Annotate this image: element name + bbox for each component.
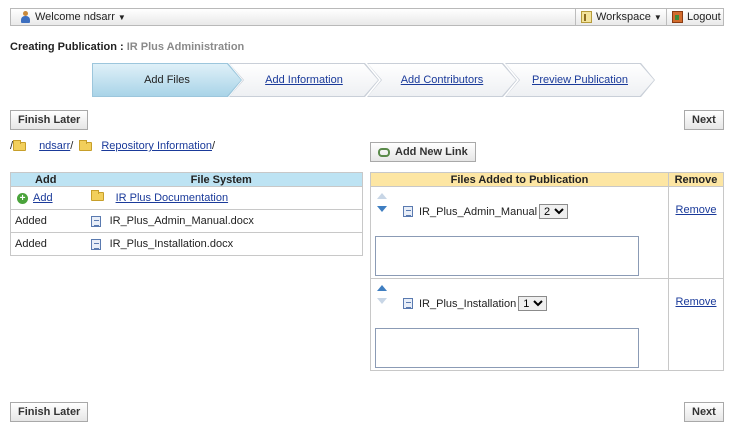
folder-icon bbox=[90, 190, 104, 201]
move-down-icon[interactable] bbox=[377, 206, 387, 212]
column-header-file-system: File System bbox=[80, 172, 363, 187]
link-icon bbox=[378, 147, 390, 157]
file-cell: IR_Plus_Installation.docx bbox=[80, 232, 363, 256]
document-icon bbox=[90, 215, 101, 227]
finish-later-button-bottom[interactable]: Finish Later bbox=[10, 402, 89, 422]
workspace-icon bbox=[581, 11, 592, 23]
page-title-repo: IR Plus Administration bbox=[126, 41, 245, 53]
document-icon bbox=[90, 238, 101, 250]
chevron-down-icon: ▼ bbox=[117, 12, 126, 22]
table-row: Added IR_Plus_Installation.docx bbox=[10, 232, 363, 256]
remove-cell: Remove bbox=[668, 186, 724, 279]
page-title: Creating Publication : IR Plus Administr… bbox=[10, 41, 244, 53]
step-add-contributors-label[interactable]: Add Contributors bbox=[401, 74, 484, 86]
step-add-contributors[interactable]: Add Contributors bbox=[367, 63, 517, 97]
user-icon bbox=[20, 11, 31, 23]
workspace-menu-label: Workspace bbox=[596, 11, 651, 23]
file-cell: IR_Plus_Admin_Manual.docx bbox=[80, 209, 363, 233]
move-down-icon[interactable] bbox=[377, 298, 387, 304]
add-cell: + Add bbox=[10, 186, 81, 210]
remove-link[interactable]: Remove bbox=[669, 296, 723, 308]
file-system-table: Add File System + Add IR Plus Documentati… bbox=[10, 172, 363, 256]
breadcrumb-user-folder[interactable]: ndsarr bbox=[39, 140, 70, 152]
wizard-steps: Add Files Add Information Add Contributo… bbox=[92, 63, 652, 97]
add-new-link-button[interactable]: Add New Link bbox=[370, 142, 476, 162]
reorder-arrows bbox=[377, 285, 387, 311]
logout-icon bbox=[672, 11, 683, 23]
description-textarea[interactable] bbox=[375, 328, 639, 368]
file-entry-cell: IR_Plus_Admin_Manual 2 bbox=[370, 186, 669, 279]
logout-label: Logout bbox=[687, 11, 721, 23]
file-entry: IR_Plus_Admin_Manual 2 bbox=[403, 204, 569, 219]
move-up-icon[interactable] bbox=[377, 285, 387, 291]
order-select[interactable]: 1 bbox=[518, 296, 548, 311]
page-title-prefix: Creating Publication : bbox=[10, 41, 127, 53]
document-icon bbox=[403, 206, 413, 217]
folder-cell: IR Plus Documentation bbox=[80, 186, 363, 210]
move-up-icon[interactable] bbox=[377, 193, 387, 199]
folder-icon bbox=[13, 139, 27, 151]
top-bar: Welcome ndsarr ▼ Workspace ▼ Logout bbox=[10, 8, 724, 26]
step-add-information-label[interactable]: Add Information bbox=[265, 74, 343, 86]
step-add-files[interactable]: Add Files bbox=[92, 63, 242, 97]
order-select[interactable]: 2 bbox=[539, 204, 569, 219]
table-row: + Add IR Plus Documentation bbox=[10, 186, 363, 210]
column-header-files-added: Files Added to Publication bbox=[370, 172, 669, 187]
file-name: IR_Plus_Installation bbox=[419, 297, 517, 310]
reorder-arrows bbox=[377, 193, 387, 219]
next-button-top[interactable]: Next bbox=[684, 110, 724, 130]
table-row: IR_Plus_Installation 1 Remove bbox=[370, 278, 724, 371]
breadcrumb-separator: / bbox=[211, 140, 216, 152]
column-header-add: Add bbox=[10, 172, 81, 187]
logout-link[interactable]: Logout bbox=[666, 9, 726, 25]
add-link[interactable]: Add bbox=[33, 192, 53, 204]
add-icon[interactable]: + bbox=[17, 192, 28, 204]
step-preview-publication[interactable]: Preview Publication bbox=[505, 63, 655, 97]
next-button-bottom[interactable]: Next bbox=[684, 402, 724, 422]
description-textarea[interactable] bbox=[375, 236, 639, 276]
table-row: Added IR_Plus_Admin_Manual.docx bbox=[10, 209, 363, 233]
breadcrumb-repo-folder[interactable]: Repository Information bbox=[101, 140, 212, 152]
file-name: IR_Plus_Admin_Manual bbox=[419, 205, 538, 218]
add-new-link-label: Add New Link bbox=[395, 146, 468, 158]
breadcrumb-separator: / bbox=[70, 140, 74, 152]
file-entry-cell: IR_Plus_Installation 1 bbox=[370, 278, 669, 371]
chevron-down-icon: ▼ bbox=[653, 12, 662, 22]
remove-cell: Remove bbox=[668, 278, 724, 371]
added-status: Added bbox=[10, 232, 81, 256]
table-row: IR_Plus_Admin_Manual 2 Remove bbox=[370, 186, 724, 279]
step-add-information[interactable]: Add Information bbox=[229, 63, 379, 97]
document-icon bbox=[403, 298, 413, 309]
breadcrumb: / ndsarr / Repository Information / bbox=[10, 139, 216, 152]
remove-link[interactable]: Remove bbox=[669, 204, 723, 216]
file-entry: IR_Plus_Installation 1 bbox=[403, 296, 548, 311]
file-name: IR_Plus_Admin_Manual.docx bbox=[109, 215, 254, 227]
step-add-files-label: Add Files bbox=[144, 74, 190, 86]
folder-icon bbox=[79, 139, 93, 151]
publication-files-table: Files Added to Publication Remove IR_Plu… bbox=[370, 172, 724, 371]
folder-link[interactable]: IR Plus Documentation bbox=[116, 192, 229, 204]
workspace-menu[interactable]: Workspace ▼ bbox=[575, 9, 667, 25]
column-header-remove: Remove bbox=[668, 172, 724, 187]
step-preview-publication-label[interactable]: Preview Publication bbox=[532, 74, 628, 86]
finish-later-button-top[interactable]: Finish Later bbox=[10, 110, 89, 130]
added-status: Added bbox=[10, 209, 81, 233]
user-menu[interactable]: Welcome ndsarr ▼ bbox=[15, 9, 131, 25]
file-name: IR_Plus_Installation.docx bbox=[109, 238, 234, 250]
user-menu-label: Welcome ndsarr bbox=[35, 11, 115, 23]
